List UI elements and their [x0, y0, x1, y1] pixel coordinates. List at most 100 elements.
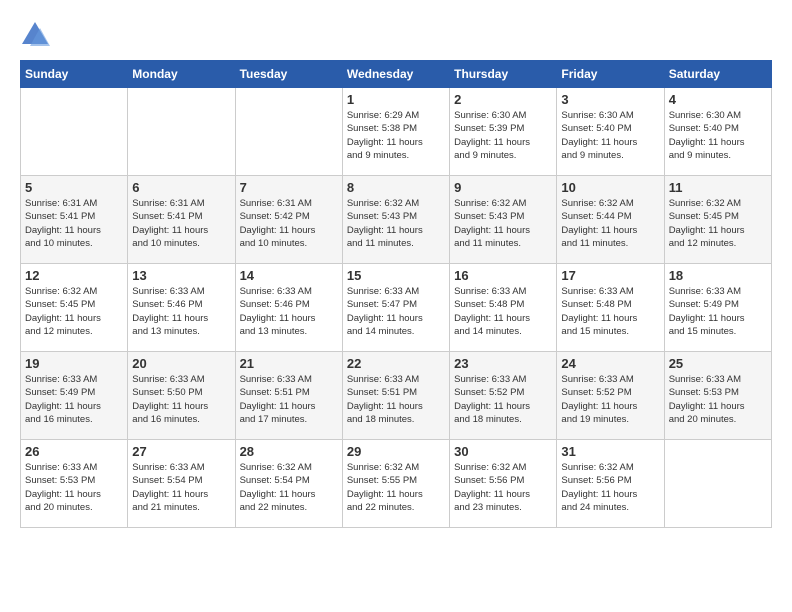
day-info: Sunrise: 6:32 AM Sunset: 5:54 PM Dayligh… [240, 461, 338, 514]
day-info: Sunrise: 6:32 AM Sunset: 5:44 PM Dayligh… [561, 197, 659, 250]
day-cell: 24 Sunrise: 6:33 AM Sunset: 5:52 PM Dayli… [557, 352, 664, 440]
day-info: Sunrise: 6:33 AM Sunset: 5:51 PM Dayligh… [240, 373, 338, 426]
day-number: 28 [240, 444, 338, 459]
day-info: Sunrise: 6:29 AM Sunset: 5:38 PM Dayligh… [347, 109, 445, 162]
day-number: 8 [347, 180, 445, 195]
day-cell: 1 Sunrise: 6:29 AM Sunset: 5:38 PM Daylig… [342, 88, 449, 176]
header-cell-sunday: Sunday [21, 61, 128, 88]
day-cell: 18 Sunrise: 6:33 AM Sunset: 5:49 PM Dayli… [664, 264, 771, 352]
day-cell [21, 88, 128, 176]
day-number: 26 [25, 444, 123, 459]
day-number: 12 [25, 268, 123, 283]
day-info: Sunrise: 6:33 AM Sunset: 5:52 PM Dayligh… [561, 373, 659, 426]
day-info: Sunrise: 6:30 AM Sunset: 5:39 PM Dayligh… [454, 109, 552, 162]
day-cell [128, 88, 235, 176]
day-cell: 5 Sunrise: 6:31 AM Sunset: 5:41 PM Daylig… [21, 176, 128, 264]
day-cell: 31 Sunrise: 6:32 AM Sunset: 5:56 PM Dayli… [557, 440, 664, 528]
day-cell: 23Sunrise: 6:33 AM Sunset: 5:52 PM Dayli… [450, 352, 557, 440]
day-info: Sunrise: 6:33 AM Sunset: 5:46 PM Dayligh… [240, 285, 338, 338]
week-row-2: 12Sunrise: 6:32 AM Sunset: 5:45 PM Dayli… [21, 264, 772, 352]
header-cell-saturday: Saturday [664, 61, 771, 88]
day-info: Sunrise: 6:32 AM Sunset: 5:43 PM Dayligh… [347, 197, 445, 250]
calendar-header: SundayMondayTuesdayWednesdayThursdayFrid… [21, 61, 772, 88]
day-number: 24 [561, 356, 659, 371]
day-cell: 22 Sunrise: 6:33 AM Sunset: 5:51 PM Dayli… [342, 352, 449, 440]
day-info: Sunrise: 6:30 AM Sunset: 5:40 PM Dayligh… [669, 109, 767, 162]
day-cell: 2Sunrise: 6:30 AM Sunset: 5:39 PM Daylig… [450, 88, 557, 176]
day-info: Sunrise: 6:32 AM Sunset: 5:43 PM Dayligh… [454, 197, 552, 250]
day-info: Sunrise: 6:33 AM Sunset: 5:49 PM Dayligh… [669, 285, 767, 338]
day-number: 6 [132, 180, 230, 195]
day-number: 27 [132, 444, 230, 459]
day-info: Sunrise: 6:33 AM Sunset: 5:54 PM Dayligh… [132, 461, 230, 514]
day-info: Sunrise: 6:33 AM Sunset: 5:53 PM Dayligh… [669, 373, 767, 426]
day-number: 3 [561, 92, 659, 107]
day-number: 15 [347, 268, 445, 283]
day-cell: 21 Sunrise: 6:33 AM Sunset: 5:51 PM Dayli… [235, 352, 342, 440]
day-cell: 20Sunrise: 6:33 AM Sunset: 5:50 PM Dayli… [128, 352, 235, 440]
day-info: Sunrise: 6:33 AM Sunset: 5:48 PM Dayligh… [454, 285, 552, 338]
day-cell: 3 Sunrise: 6:30 AM Sunset: 5:40 PM Daylig… [557, 88, 664, 176]
header-cell-friday: Friday [557, 61, 664, 88]
day-info: Sunrise: 6:33 AM Sunset: 5:46 PM Dayligh… [132, 285, 230, 338]
logo-icon [20, 20, 50, 50]
day-info: Sunrise: 6:33 AM Sunset: 5:53 PM Dayligh… [25, 461, 123, 514]
day-cell: 28 Sunrise: 6:32 AM Sunset: 5:54 PM Dayli… [235, 440, 342, 528]
day-info: Sunrise: 6:31 AM Sunset: 5:42 PM Dayligh… [240, 197, 338, 250]
day-cell: 6 Sunrise: 6:31 AM Sunset: 5:41 PM Daylig… [128, 176, 235, 264]
day-number: 21 [240, 356, 338, 371]
header-cell-tuesday: Tuesday [235, 61, 342, 88]
day-cell: 14 Sunrise: 6:33 AM Sunset: 5:46 PM Dayli… [235, 264, 342, 352]
header-row: SundayMondayTuesdayWednesdayThursdayFrid… [21, 61, 772, 88]
day-info: Sunrise: 6:30 AM Sunset: 5:40 PM Dayligh… [561, 109, 659, 162]
day-number: 14 [240, 268, 338, 283]
day-cell: 10 Sunrise: 6:32 AM Sunset: 5:44 PM Dayli… [557, 176, 664, 264]
day-cell: 29 Sunrise: 6:32 AM Sunset: 5:55 PM Dayli… [342, 440, 449, 528]
day-info: Sunrise: 6:31 AM Sunset: 5:41 PM Dayligh… [132, 197, 230, 250]
day-cell: 8 Sunrise: 6:32 AM Sunset: 5:43 PM Daylig… [342, 176, 449, 264]
day-number: 1 [347, 92, 445, 107]
day-cell: 27 Sunrise: 6:33 AM Sunset: 5:54 PM Dayli… [128, 440, 235, 528]
day-cell: 15 Sunrise: 6:33 AM Sunset: 5:47 PM Dayli… [342, 264, 449, 352]
week-row-0: 1 Sunrise: 6:29 AM Sunset: 5:38 PM Daylig… [21, 88, 772, 176]
day-cell [235, 88, 342, 176]
day-number: 17 [561, 268, 659, 283]
day-number: 29 [347, 444, 445, 459]
day-cell: 19 Sunrise: 6:33 AM Sunset: 5:49 PM Dayli… [21, 352, 128, 440]
week-row-1: 5 Sunrise: 6:31 AM Sunset: 5:41 PM Daylig… [21, 176, 772, 264]
day-number: 30 [454, 444, 552, 459]
header-cell-thursday: Thursday [450, 61, 557, 88]
day-info: Sunrise: 6:33 AM Sunset: 5:47 PM Dayligh… [347, 285, 445, 338]
day-cell: 26 Sunrise: 6:33 AM Sunset: 5:53 PM Dayli… [21, 440, 128, 528]
day-number: 9 [454, 180, 552, 195]
calendar-table: SundayMondayTuesdayWednesdayThursdayFrid… [20, 60, 772, 528]
calendar-body: 1 Sunrise: 6:29 AM Sunset: 5:38 PM Daylig… [21, 88, 772, 528]
day-number: 25 [669, 356, 767, 371]
day-info: Sunrise: 6:32 AM Sunset: 5:56 PM Dayligh… [561, 461, 659, 514]
day-cell [664, 440, 771, 528]
day-cell: 17 Sunrise: 6:33 AM Sunset: 5:48 PM Dayli… [557, 264, 664, 352]
day-number: 31 [561, 444, 659, 459]
day-number: 5 [25, 180, 123, 195]
day-info: Sunrise: 6:32 AM Sunset: 5:55 PM Dayligh… [347, 461, 445, 514]
day-info: Sunrise: 6:33 AM Sunset: 5:49 PM Dayligh… [25, 373, 123, 426]
header [20, 20, 772, 50]
day-number: 11 [669, 180, 767, 195]
day-cell: 9 Sunrise: 6:32 AM Sunset: 5:43 PM Daylig… [450, 176, 557, 264]
week-row-3: 19 Sunrise: 6:33 AM Sunset: 5:49 PM Dayli… [21, 352, 772, 440]
day-number: 4 [669, 92, 767, 107]
day-cell: 12Sunrise: 6:32 AM Sunset: 5:45 PM Dayli… [21, 264, 128, 352]
day-info: Sunrise: 6:31 AM Sunset: 5:41 PM Dayligh… [25, 197, 123, 250]
day-number: 22 [347, 356, 445, 371]
day-info: Sunrise: 6:33 AM Sunset: 5:50 PM Dayligh… [132, 373, 230, 426]
day-cell: 16Sunrise: 6:33 AM Sunset: 5:48 PM Dayli… [450, 264, 557, 352]
day-number: 19 [25, 356, 123, 371]
day-info: Sunrise: 6:33 AM Sunset: 5:51 PM Dayligh… [347, 373, 445, 426]
day-info: Sunrise: 6:33 AM Sunset: 5:52 PM Dayligh… [454, 373, 552, 426]
week-row-4: 26 Sunrise: 6:33 AM Sunset: 5:53 PM Dayli… [21, 440, 772, 528]
day-number: 10 [561, 180, 659, 195]
day-cell: 25 Sunrise: 6:33 AM Sunset: 5:53 PM Dayli… [664, 352, 771, 440]
day-info: Sunrise: 6:33 AM Sunset: 5:48 PM Dayligh… [561, 285, 659, 338]
day-number: 18 [669, 268, 767, 283]
day-cell: 30Sunrise: 6:32 AM Sunset: 5:56 PM Dayli… [450, 440, 557, 528]
